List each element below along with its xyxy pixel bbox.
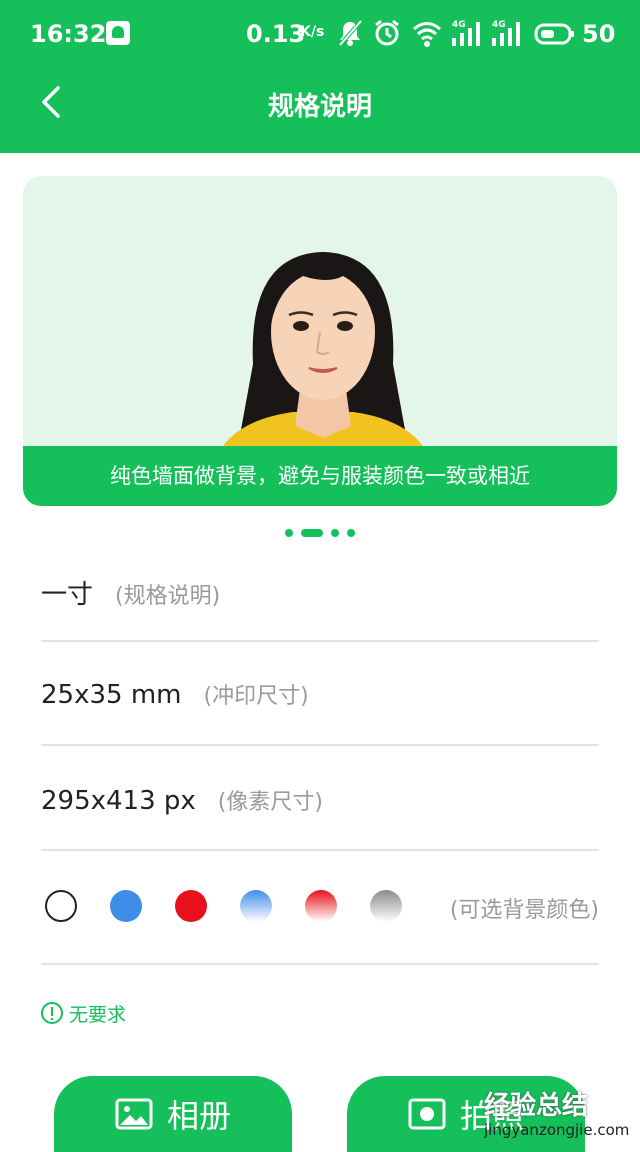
header: 16:32 0.13 K/s 4G 4G 50 规格说明	[0, 0, 640, 153]
spec-label: (冲印尺寸)	[203, 684, 309, 709]
background-colors-row: (可选背景颜色)	[41, 852, 599, 965]
pager-dot[interactable]	[347, 529, 355, 537]
swatch-gray-gradient[interactable]	[370, 890, 402, 922]
camera-icon	[408, 1098, 446, 1130]
wifi-icon	[413, 22, 441, 47]
example-portrait	[223, 252, 423, 446]
watermark-url: jingyanzongjie.com	[484, 1120, 630, 1139]
swatch-white[interactable]	[45, 890, 77, 922]
background-colors-label: (可选背景颜色)	[449, 898, 599, 923]
spec-value: 295x413 px	[41, 786, 196, 816]
status-time: 16:32	[30, 20, 107, 48]
watermark-title: 经验总结	[484, 1091, 589, 1121]
app-notification-icon	[106, 21, 130, 45]
pager-dot[interactable]	[331, 529, 339, 537]
spec-row-print-size: 25x35 mm (冲印尺寸)	[41, 642, 599, 746]
spec-detail-screen: 16:32 0.13 K/s 4G 4G 50 规格说明 纯色墙面做背景，避免与…	[0, 0, 640, 1152]
signal-4g-icon: 4G	[452, 20, 480, 46]
example-caption: 纯色墙面做背景，避免与服装颜色一致或相近	[23, 446, 617, 506]
svg-text:4G: 4G	[452, 20, 466, 30]
battery-level: 50	[582, 20, 616, 48]
network-speed-unit: K/s	[300, 24, 325, 40]
page-title: 规格说明	[267, 92, 372, 122]
swatch-red[interactable]	[175, 890, 207, 922]
album-button[interactable]: 相册	[54, 1076, 292, 1152]
image-icon	[115, 1098, 153, 1130]
spec-row-pixel-size: 295x413 px (像素尺寸)	[41, 746, 599, 851]
network-speed: 0.13	[246, 20, 306, 48]
status-bar: 16:32 0.13 K/s 4G 4G 50	[0, 0, 640, 68]
info-icon	[41, 1002, 63, 1024]
battery-icon	[534, 23, 574, 45]
requirement-text: 无要求	[69, 1003, 127, 1026]
spec-label: (像素尺寸)	[217, 790, 323, 815]
spec-value: 25x35 mm	[41, 680, 182, 710]
spec-value: 一寸	[41, 580, 94, 610]
pager-dot[interactable]	[285, 529, 293, 537]
carousel-pager	[0, 526, 640, 540]
swatch-red-gradient[interactable]	[305, 890, 337, 922]
mute-icon	[338, 19, 363, 47]
swatch-blue-gradient[interactable]	[240, 890, 272, 922]
svg-text:4G: 4G	[492, 20, 506, 30]
album-label: 相册	[166, 1097, 231, 1135]
example-photo-card[interactable]: 纯色墙面做背景，避免与服装颜色一致或相近	[23, 176, 617, 506]
pager-dot-active[interactable]	[301, 529, 323, 537]
spec-label: (规格说明)	[115, 584, 221, 609]
swatch-blue[interactable]	[110, 890, 142, 922]
requirement-note: 无要求	[41, 1000, 126, 1026]
spec-row-size-name: 一寸 (规格说明)	[41, 560, 599, 642]
signal-4g-icon: 4G	[492, 20, 520, 46]
site-watermark: 经验总结 jingyanzongjie.com	[484, 1091, 630, 1139]
alarm-icon	[375, 19, 399, 46]
